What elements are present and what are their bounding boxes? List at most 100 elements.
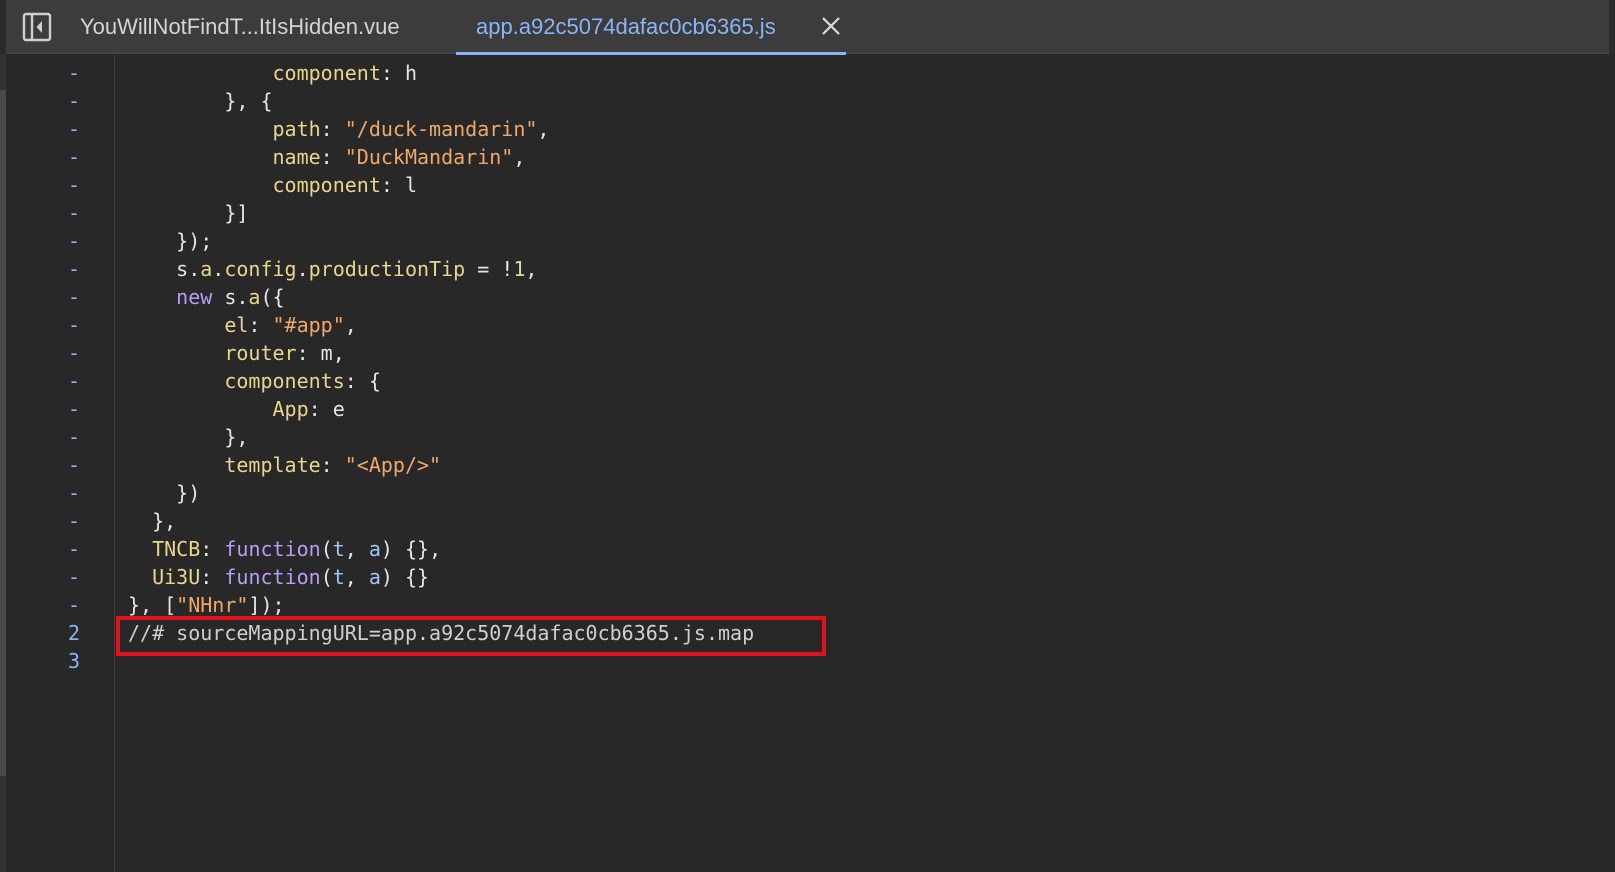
- code-token: t: [332, 537, 345, 561]
- line-number: 3: [67, 649, 80, 673]
- code-token: },: [128, 509, 177, 533]
- code-line[interactable]: - }]: [0, 199, 1615, 227]
- code-line[interactable]: - component: l: [0, 171, 1615, 199]
- code-line[interactable]: - }): [0, 479, 1615, 507]
- code-token: ]);: [248, 593, 285, 617]
- code-text: }, ["NHnr"]);: [128, 591, 285, 619]
- code-text: },: [128, 423, 248, 451]
- code-token: :: [320, 117, 345, 141]
- code-line[interactable]: - components: {: [0, 367, 1615, 395]
- code-token: :: [200, 565, 225, 589]
- code-line[interactable]: - }, {: [0, 87, 1615, 115]
- code-token: template: [224, 453, 321, 477]
- code-token: new: [176, 285, 213, 309]
- tab-label: YouWillNotFindT...ItIsHidden.vue: [80, 14, 400, 39]
- code-line[interactable]: - },: [0, 423, 1615, 451]
- line-number: -: [67, 509, 80, 533]
- line-number: -: [67, 537, 80, 561]
- code-text: });: [128, 227, 212, 255]
- code-token: : e: [308, 397, 345, 421]
- line-number: -: [67, 313, 80, 337]
- tab-bar-left-edge: [0, 0, 6, 54]
- line-number: -: [67, 481, 80, 505]
- line-number: -: [67, 89, 80, 113]
- code-text: components: {: [128, 367, 381, 395]
- code-line[interactable]: - s.a.config.productionTip = !1,: [0, 255, 1615, 283]
- code-token: :: [200, 537, 225, 561]
- code-token: ,: [344, 313, 357, 337]
- code-token: 1: [513, 257, 526, 281]
- line-number: -: [67, 593, 80, 617]
- code-token: :: [320, 145, 345, 169]
- tab-label: app.a92c5074dafac0cb6365.js: [476, 14, 776, 39]
- code-token: "NHnr": [176, 593, 249, 617]
- code-line[interactable]: - TNCB: function(t, a) {},: [0, 535, 1615, 563]
- line-number: -: [67, 369, 80, 393]
- code-token: component: [272, 173, 381, 197]
- code-token: : h: [380, 61, 417, 85]
- code-line[interactable]: - component: h: [0, 59, 1615, 87]
- tab-vue-file[interactable]: YouWillNotFindT...ItIsHidden.vue: [62, 0, 454, 54]
- close-icon[interactable]: [818, 13, 844, 39]
- line-number: -: [67, 565, 80, 589]
- code-token: });: [128, 229, 213, 253]
- tab-js-file[interactable]: app.a92c5074dafac0cb6365.js: [456, 0, 846, 55]
- code-line[interactable]: - }, ["NHnr"]);: [0, 591, 1615, 619]
- code-line[interactable]: - name: "DuckMandarin",: [0, 143, 1615, 171]
- code-line[interactable]: - path: "/duck-mandarin",: [0, 115, 1615, 143]
- code-text: s.a.config.productionTip = !1,: [128, 255, 537, 283]
- code-line[interactable]: - template: "<App/>": [0, 451, 1615, 479]
- code-token: .: [296, 257, 309, 281]
- code-text: Ui3U: function(t, a) {}: [128, 563, 429, 591]
- code-token: config: [224, 257, 297, 281]
- line-number: -: [67, 229, 80, 253]
- code-line[interactable]: - router: m,: [0, 339, 1615, 367]
- code-token: name: [272, 145, 321, 169]
- code-token: "/duck-mandarin": [344, 117, 538, 141]
- code-line[interactable]: - el: "#app",: [0, 311, 1615, 339]
- code-token: :: [320, 453, 345, 477]
- code-line[interactable]: - Ui3U: function(t, a) {}: [0, 563, 1615, 591]
- line-number: -: [67, 173, 80, 197]
- code-token: TNCB: [152, 537, 201, 561]
- code-token: :: [248, 313, 273, 337]
- sidebar-toggle-icon[interactable]: [22, 12, 52, 42]
- code-text: template: "<App/>": [128, 451, 441, 479]
- code-token: ,: [344, 537, 369, 561]
- code-token: = !: [465, 257, 514, 281]
- code-token: (: [320, 537, 333, 561]
- highlight-box: [116, 616, 826, 656]
- code-token: a: [368, 565, 381, 589]
- code-text: path: "/duck-mandarin",: [128, 115, 550, 143]
- code-token: a: [248, 285, 261, 309]
- code-text: }, {: [128, 87, 272, 115]
- code-editor[interactable]: - component: h- }, {- path: "/duck-manda…: [0, 54, 1615, 872]
- code-text: },: [128, 507, 176, 535]
- code-token: .: [212, 257, 225, 281]
- code-text: App: e: [128, 395, 345, 423]
- code-token: ) {}: [380, 565, 430, 589]
- code-token: productionTip: [308, 257, 466, 281]
- code-line[interactable]: - });: [0, 227, 1615, 255]
- code-token: : l: [380, 173, 417, 197]
- code-token: (: [320, 565, 333, 589]
- line-number: -: [67, 201, 80, 225]
- code-line[interactable]: - new s.a({: [0, 283, 1615, 311]
- code-token: App: [272, 397, 309, 421]
- code-token: ,: [344, 565, 369, 589]
- code-token: function: [224, 537, 321, 561]
- code-text: el: "#app",: [128, 311, 357, 339]
- line-number: -: [67, 117, 80, 141]
- tab-bar: YouWillNotFindT...ItIsHidden.vue app.a92…: [0, 0, 1615, 55]
- code-token: : {: [344, 369, 381, 393]
- code-line[interactable]: - App: e: [0, 395, 1615, 423]
- code-token: components: [224, 369, 345, 393]
- code-token: ) {},: [380, 537, 442, 561]
- code-line[interactable]: - },: [0, 507, 1615, 535]
- code-token: ,: [537, 117, 550, 141]
- code-text: component: h: [128, 59, 418, 87]
